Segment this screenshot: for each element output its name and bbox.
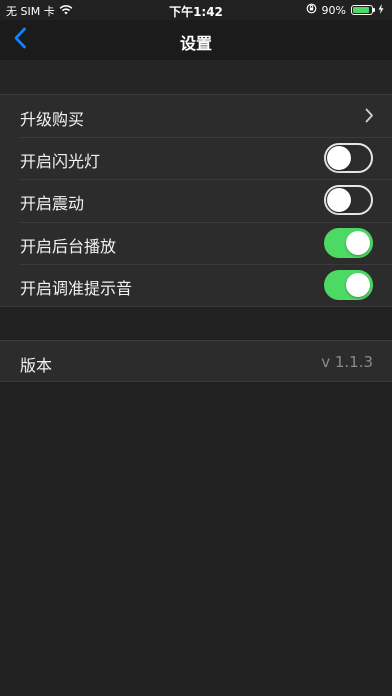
row-label: 升级购买	[20, 110, 85, 129]
upgrade-purchase-row[interactable]: 升级购买	[0, 95, 392, 137]
row-label: 开启后台播放	[20, 236, 117, 256]
flashlight-row: 开启闪光灯	[0, 137, 392, 179]
battery-level-fill	[353, 7, 370, 13]
battery-percent: 90%	[321, 3, 346, 17]
navigation-bar: 设置	[0, 20, 392, 60]
background-play-toggle[interactable]	[324, 227, 373, 258]
tuning-sound-row: 开启调准提示音	[0, 263, 392, 306]
tuning-sound-toggle[interactable]	[324, 269, 373, 300]
status-bar: 无 SIM 卡 下午1:42 90%	[0, 0, 392, 20]
toggle-knob	[327, 188, 351, 213]
row-label: 开启震动	[20, 194, 85, 214]
battery-cap	[373, 8, 375, 12]
version-value: v 1.1.3	[321, 353, 373, 371]
section-spacer	[0, 60, 392, 94]
row-label: 开启调准提示音	[20, 278, 133, 298]
version-label: 版本	[20, 356, 53, 375]
chevron-right-icon	[365, 108, 374, 127]
status-right: 90%	[306, 3, 384, 17]
toggle-knob	[346, 230, 370, 255]
battery-icon	[351, 5, 375, 15]
toggle-knob	[327, 146, 351, 171]
background-play-row: 开启后台播放	[0, 221, 392, 264]
version-row: 版本 v 1.1.3	[0, 341, 392, 383]
about-group: 版本 v 1.1.3	[0, 340, 392, 382]
vibration-row: 开启震动	[0, 179, 392, 221]
page-title: 设置	[179, 34, 212, 53]
settings-group: 升级购买 开启闪光灯 开启震动 开启后台播放 开启调准提示音	[0, 94, 392, 307]
flashlight-toggle[interactable]	[324, 143, 373, 174]
toggle-knob	[346, 272, 370, 297]
charging-bolt-icon	[378, 3, 384, 17]
orientation-lock-icon	[306, 3, 317, 17]
vibration-toggle[interactable]	[324, 185, 373, 216]
row-label: 开启闪光灯	[20, 152, 101, 172]
